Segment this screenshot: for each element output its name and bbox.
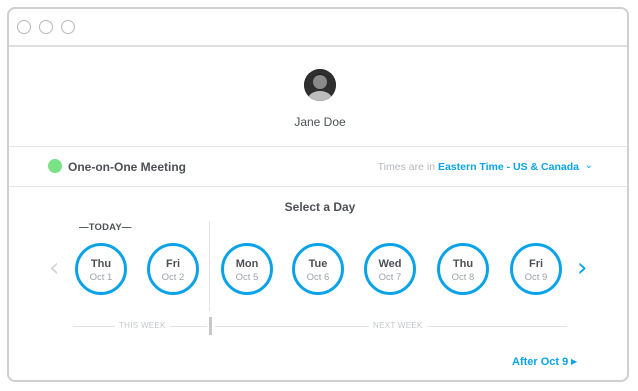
maximize-window-button[interactable] [61, 20, 75, 34]
week-marker [209, 317, 212, 335]
day-name: Fri [165, 258, 181, 270]
chevron-down-icon[interactable]: ⌄ [585, 160, 593, 171]
day-button-oct-1[interactable]: Thu Oct 1 [75, 243, 127, 295]
day-date: Oct 6 [306, 272, 330, 283]
event-bar: One-on-One Meeting Times are in Eastern … [9, 147, 627, 187]
event-name: One-on-One Meeting [68, 160, 186, 174]
user-photo-icon [304, 69, 336, 101]
today-label: —TODAY— [79, 222, 132, 233]
day-date: Oct 9 [524, 272, 548, 283]
caret-right-icon[interactable]: ▶ [571, 357, 577, 366]
profile-header: Jane Doe [9, 47, 627, 147]
app-window: Jane Doe One-on-One Meeting Times are in… [7, 7, 629, 382]
day-date: Oct 8 [451, 272, 475, 283]
day-name: Fri [528, 258, 544, 270]
day-name: Wed [378, 258, 402, 270]
day-date: Oct 2 [161, 272, 185, 283]
day-name: Mon [235, 258, 259, 270]
day-date: Oct 1 [89, 272, 113, 283]
profile-name: Jane Doe [294, 115, 346, 129]
next-week-arrow-icon[interactable]: › [577, 255, 587, 281]
day-button-oct-6[interactable]: Tue Oct 6 [292, 243, 344, 295]
next-week-label: NEXT WEEK [369, 321, 427, 330]
day-button-oct-8[interactable]: Thu Oct 8 [437, 243, 489, 295]
timezone-prefix: Times are in [377, 161, 436, 173]
minimize-window-button[interactable] [39, 20, 53, 34]
day-date: Oct 7 [378, 272, 402, 283]
day-name: Thu [452, 258, 474, 270]
timezone-info: Times are in Eastern Time - US & Canada [378, 161, 579, 173]
day-date: Oct 5 [235, 272, 259, 283]
avatar [304, 69, 336, 101]
after-oct-9-link[interactable]: After Oct 9 [512, 356, 568, 368]
day-button-oct-7[interactable]: Wed Oct 7 [364, 243, 416, 295]
day-button-oct-2[interactable]: Fri Oct 2 [147, 243, 199, 295]
event-color-dot [48, 159, 62, 173]
this-week-label: THIS WEEK [115, 321, 170, 330]
close-window-button[interactable] [17, 20, 31, 34]
select-day-title: Select a Day [284, 200, 356, 214]
day-button-oct-5[interactable]: Mon Oct 5 [221, 243, 273, 295]
day-button-oct-9[interactable]: Fri Oct 9 [510, 243, 562, 295]
timezone-selector[interactable]: Eastern Time - US & Canada [438, 161, 579, 173]
previous-week-arrow-icon[interactable]: ‹ [49, 255, 59, 281]
week-divider [209, 221, 210, 311]
day-name: Tue [308, 258, 328, 270]
day-name: Thu [90, 258, 112, 270]
title-bar [9, 9, 627, 47]
